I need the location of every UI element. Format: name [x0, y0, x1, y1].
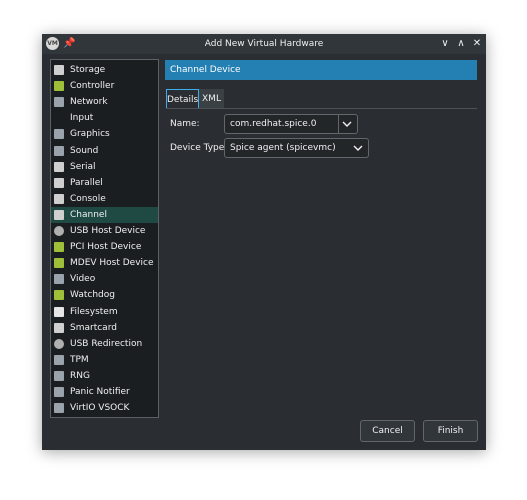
device-type-select[interactable]: Spice agent (spicevmc) [224, 138, 369, 158]
vsock-icon [54, 403, 64, 414]
device-item-filesystem[interactable]: Filesystem [51, 304, 158, 320]
serial-icon [54, 161, 64, 172]
chevron-down-icon[interactable] [339, 115, 355, 133]
storage-icon [54, 65, 64, 75]
device-item-label: PCI Host Device [70, 242, 142, 253]
sound-icon [54, 145, 64, 156]
device-item-label: MDEV Host Device [70, 258, 154, 269]
tab-details[interactable]: Details [166, 89, 199, 109]
controller-icon [54, 81, 64, 92]
device-item-label: Parallel [70, 177, 103, 188]
device-item-storage[interactable]: Storage [51, 62, 158, 78]
cancel-button[interactable]: Cancel [360, 420, 415, 442]
panel-header: Channel Device [165, 60, 477, 80]
filesystem-icon [54, 306, 64, 317]
graphics-icon [54, 129, 64, 140]
smartcard-icon [54, 322, 64, 333]
name-combobox[interactable]: com.redhat.spice.0 [224, 114, 358, 134]
device-item-label: Storage [70, 65, 106, 75]
device-item-network[interactable]: Network [51, 94, 158, 110]
usb-redirection-icon [54, 338, 64, 349]
device-item-graphics[interactable]: Graphics [51, 126, 158, 142]
tab-divider [166, 108, 477, 109]
name-label: Name: [170, 119, 200, 129]
device-item-label: RNG [70, 370, 90, 381]
device-item-controller[interactable]: Controller [51, 78, 158, 94]
title-bar: VM 📌 Add New Virtual Hardware ∨ ∧ ✕ [42, 34, 486, 54]
pci-icon [54, 242, 64, 253]
mdev-icon [54, 258, 64, 269]
device-item-virtio-vsock[interactable]: VirtIO VSOCK [51, 400, 158, 416]
device-item-label: VirtIO VSOCK [70, 403, 130, 414]
device-item-input[interactable]: Input [51, 110, 158, 126]
device-item-panic-notifier[interactable]: Panic Notifier [51, 384, 158, 400]
device-item-label: Controller [70, 81, 115, 92]
device-item-sound[interactable]: Sound [51, 143, 158, 159]
channel-icon [54, 209, 64, 220]
device-item-parallel[interactable]: Parallel [51, 175, 158, 191]
device-item-label: Video [70, 274, 96, 285]
device-item-label: Sound [70, 145, 99, 156]
console-icon [54, 193, 64, 204]
device-item-label: Panic Notifier [70, 387, 130, 397]
tpm-icon [54, 354, 64, 365]
device-item-usb-host-device[interactable]: USB Host Device [51, 223, 158, 239]
device-item-tpm[interactable]: TPM [51, 352, 158, 368]
device-item-smartcard[interactable]: Smartcard [51, 320, 158, 336]
device-item-label: USB Host Device [70, 226, 146, 236]
device-item-label: Console [70, 193, 106, 204]
name-value: com.redhat.spice.0 [230, 119, 317, 129]
device-item-channel[interactable]: Channel [51, 206, 158, 223]
finish-button[interactable]: Finish [423, 420, 478, 442]
device-item-console[interactable]: Console [51, 191, 158, 207]
device-list[interactable]: Storage Controller Network Input Graphics Sou… [50, 59, 159, 418]
device-item-pci-host-device[interactable]: PCI Host Device [51, 239, 158, 255]
device-item-serial[interactable]: Serial [51, 159, 158, 175]
device-item-label: Network [70, 97, 108, 108]
device-item-label: Filesystem [70, 306, 118, 317]
device-item-label: Serial [70, 161, 96, 172]
device-item-label: Input [70, 113, 94, 124]
device-item-watchdog[interactable]: Watchdog [51, 287, 158, 303]
usb-icon [54, 226, 64, 236]
video-icon [54, 274, 64, 285]
device-item-label: Smartcard [70, 322, 117, 333]
watchdog-icon [54, 290, 64, 301]
device-item-usb-redirection[interactable]: USB Redirection [51, 336, 158, 352]
rng-icon [54, 370, 64, 381]
tab-xml[interactable]: XML [199, 89, 224, 109]
panic-notifier-icon [54, 387, 64, 397]
parallel-icon [54, 177, 64, 188]
close-icon[interactable]: ✕ [470, 37, 484, 51]
device-item-label: USB Redirection [70, 338, 143, 349]
device-type-label: Device Type: [170, 143, 228, 153]
device-item-mdev-host-device[interactable]: MDEV Host Device [51, 255, 158, 271]
device-item-rng[interactable]: RNG [51, 368, 158, 384]
add-hardware-dialog: VM 📌 Add New Virtual Hardware ∨ ∧ ✕ Stor… [42, 34, 486, 450]
device-item-video[interactable]: Video [51, 271, 158, 287]
network-icon [54, 97, 64, 108]
minimize-icon[interactable]: ∨ [438, 37, 452, 51]
device-type-value: Spice agent (spicevmc) [230, 143, 336, 153]
device-item-label: Channel [70, 209, 107, 220]
device-item-label: Watchdog [70, 290, 115, 301]
device-item-label: TPM [70, 354, 89, 365]
window-title: Add New Virtual Hardware [204, 39, 324, 49]
device-item-label: Graphics [70, 129, 110, 140]
maximize-icon[interactable]: ∧ [454, 37, 468, 51]
chevron-down-icon [353, 145, 363, 151]
